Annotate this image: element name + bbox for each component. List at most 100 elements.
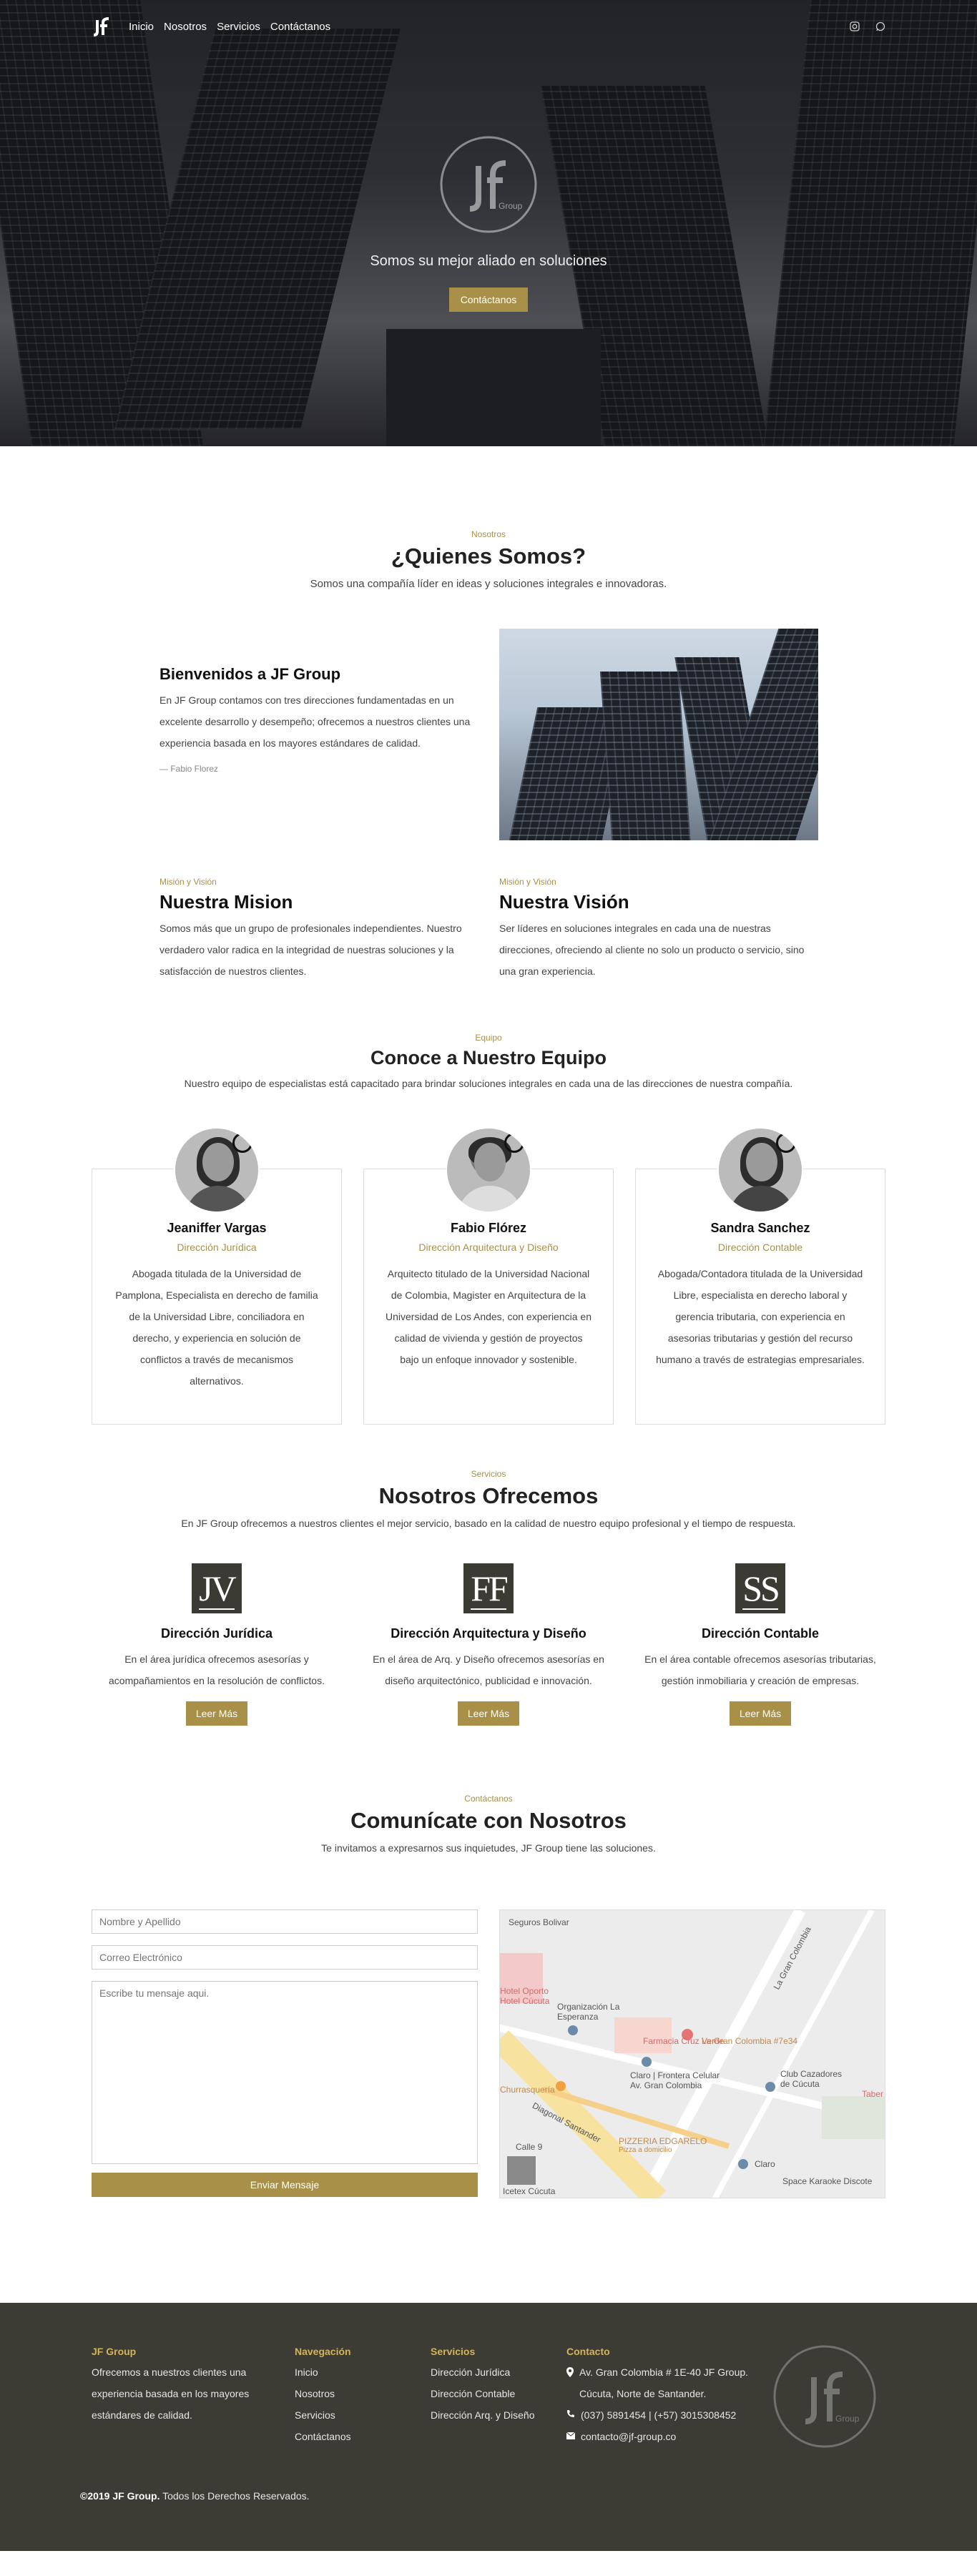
section-kicker: Equipo xyxy=(475,1033,502,1043)
map-label: Icetex Cúcuta xyxy=(503,2186,556,2196)
vision-block: Misión y Visión Nuestra Visión Ser líder… xyxy=(499,877,814,982)
section-subtitle: Nuestro equipo de especialistas está cap… xyxy=(184,1078,793,1089)
svg-text:Group: Group xyxy=(835,2414,860,2424)
monogram-jv-icon: JV xyxy=(192,1563,242,1613)
nav-link-nosotros[interactable]: Nosotros xyxy=(164,21,207,33)
service-card: FF Dirección Arquitectura y Diseño En el… xyxy=(363,1563,614,1726)
section-kicker: Servicios xyxy=(471,1469,506,1479)
map-label: Club Cazadores de Cúcuta xyxy=(780,2069,843,2089)
service-text: En el área contable ofrecemos asesorías … xyxy=(644,1653,876,1686)
map-label: Taber xyxy=(862,2089,884,2099)
team-member-name: Sandra Sanchez xyxy=(710,1221,810,1235)
service-card: SS Dirección Contable En el área contabl… xyxy=(635,1563,885,1726)
service-card: JV Dirección Jurídica En el área jurídic… xyxy=(92,1563,342,1726)
footer-link[interactable]: Servicios xyxy=(295,2404,351,2426)
section-subtitle: Te invitamos a expresarnos sus inquietud… xyxy=(321,1842,656,1854)
jf-group-emblem-icon: Group xyxy=(440,136,537,233)
section-title: Comunícate con Nosotros xyxy=(350,1808,627,1833)
team-member-role: Dirección Arquitectura y Diseño xyxy=(418,1242,559,1253)
service-text: En el área jurídica ofrecemos asesorías … xyxy=(109,1653,325,1686)
skyscrapers-image xyxy=(499,629,818,840)
monogram-ff-icon: FF xyxy=(463,1563,514,1613)
welcome-text: En JF Group contamos con tres direccione… xyxy=(159,694,471,749)
footer-phone: (037) 5891454 | (+57) 3015308452 xyxy=(581,2409,737,2421)
services-section: Servicios Nosotros Ofrecemos En JF Group… xyxy=(0,1445,977,1768)
vision-title: Nuestra Visión xyxy=(499,891,629,913)
footer-brand-text: Ofrecemos a nuestros clientes una experi… xyxy=(92,2366,250,2421)
map-label: Seguros Bolivar xyxy=(509,1917,569,1927)
team-member-role: Dirección Contable xyxy=(717,1242,803,1253)
nav-link-contactanos[interactable]: Contáctanos xyxy=(270,21,330,33)
send-message-button[interactable]: Enviar Mensaje xyxy=(92,2173,478,2197)
map-label: Claro | Frontera Celular Av. Gran Colomb… xyxy=(630,2070,720,2090)
footer-contact: Contacto Av. Gran Colombia # 1E-40 JF Gr… xyxy=(566,2346,752,2447)
team-header: Equipo Conoce a Nuestro Equipo Nuestro e… xyxy=(0,1033,977,1089)
about-section: Nosotros ¿Quienes Somos? Somos una compa… xyxy=(0,446,977,990)
mission-text: Somos más que un grupo de profesionales … xyxy=(159,923,462,977)
copyright-brand: ©2019 JF Group. xyxy=(80,2490,160,2502)
map-label: La Gran Colombia #7e34 xyxy=(702,2036,798,2046)
map-label: Claro xyxy=(755,2159,775,2169)
name-field[interactable] xyxy=(92,1909,478,1934)
nav-link-servicios[interactable]: Servicios xyxy=(217,21,260,33)
whatsapp-icon[interactable] xyxy=(875,21,885,31)
hero-section: Inicio Nosotros Servicios Contáctanos Gr… xyxy=(0,0,977,446)
copyright-text: Todos los Derechos Reservados. xyxy=(162,2490,310,2502)
contact-section: Contáctanos Comunícate con Nosotros Te i… xyxy=(0,1769,977,2246)
map-label: Calle 9 xyxy=(516,2142,543,2152)
footer-contact-title: Contacto xyxy=(566,2346,610,2357)
avatar xyxy=(446,1127,531,1213)
team-member-name: Fabio Flórez xyxy=(450,1221,526,1235)
location-pin-icon xyxy=(566,2367,574,2381)
section-kicker: Contáctanos xyxy=(464,1794,513,1804)
map-label: Hotel Oporto xyxy=(500,1986,549,1996)
vision-kicker: Misión y Visión xyxy=(499,877,556,887)
svg-text:Group: Group xyxy=(499,201,523,211)
message-field[interactable] xyxy=(92,1981,478,2164)
footer-link[interactable]: Dirección Arq. y Diseño xyxy=(431,2404,535,2426)
section-title: Nosotros Ofrecemos xyxy=(378,1483,599,1508)
mission-kicker: Misión y Visión xyxy=(159,877,217,887)
footer-nav: Navegación Inicio Nosotros Servicios Con… xyxy=(295,2346,351,2447)
footer-link[interactable]: Dirección Contable xyxy=(431,2383,535,2404)
footer-address: Av. Gran Colombia # 1E-40 JF Group. Cúcu… xyxy=(579,2366,749,2399)
footer-link[interactable]: Nosotros xyxy=(295,2383,351,2404)
email-field[interactable] xyxy=(92,1945,478,1970)
welcome-block: Bienvenidos a JF Group En JF Group conta… xyxy=(159,665,474,774)
jf-logo-icon[interactable] xyxy=(92,16,113,37)
map-label: Organización La Esperanza xyxy=(557,2002,620,2022)
read-more-button[interactable]: Leer Más xyxy=(186,1701,247,1726)
footer-link[interactable]: Contáctanos xyxy=(295,2426,351,2447)
service-title: Dirección Jurídica xyxy=(160,1626,273,1641)
copyright: ©2019 JF Group. Todos los Derechos Reser… xyxy=(80,2490,310,2502)
avatar xyxy=(717,1127,803,1213)
hero-contact-button[interactable]: Contáctanos xyxy=(449,287,528,312)
services-header: Servicios Nosotros Ofrecemos En JF Group… xyxy=(0,1469,977,1529)
section-subtitle: Somos una compañía líder en ideas y solu… xyxy=(310,578,667,590)
read-more-button[interactable]: Leer Más xyxy=(458,1701,519,1726)
section-title: ¿Quienes Somos? xyxy=(391,544,586,569)
map-label: Space Karaoke Discote xyxy=(782,2176,873,2186)
map-label: Pizza a domicilio xyxy=(619,2146,672,2154)
social-links xyxy=(850,21,885,31)
footer-link[interactable]: Inicio xyxy=(295,2361,351,2383)
footer-services-title: Servicios xyxy=(431,2346,476,2357)
instagram-icon[interactable] xyxy=(850,21,860,31)
read-more-button[interactable]: Leer Más xyxy=(730,1701,791,1726)
about-header: Nosotros ¿Quienes Somos? Somos una compa… xyxy=(0,529,977,590)
service-title: Dirección Contable xyxy=(701,1626,820,1641)
footer-link[interactable]: Dirección Jurídica xyxy=(431,2361,535,2383)
team-member-bio: Abogada titulada de la Universidad de Pa… xyxy=(115,1268,318,1387)
nav-link-inicio[interactable]: Inicio xyxy=(129,21,154,33)
map-label: Churrasquería xyxy=(500,2085,555,2095)
team-member-name: Jeaniffer Vargas xyxy=(167,1221,267,1235)
map-roads xyxy=(500,1910,885,2198)
location-map[interactable]: Seguros Bolivar Hotel Oporto Hotel Cúcut… xyxy=(499,1909,885,2198)
main-nav: Inicio Nosotros Servicios Contáctanos xyxy=(92,17,885,36)
section-kicker: Nosotros xyxy=(471,529,506,539)
jf-group-emblem-icon: Group xyxy=(773,2345,876,2448)
footer-email[interactable]: contacto@jf-group.co xyxy=(581,2426,676,2447)
footer-nav-title: Navegación xyxy=(295,2346,351,2357)
phone-icon xyxy=(566,2409,575,2422)
avatar xyxy=(174,1127,260,1213)
